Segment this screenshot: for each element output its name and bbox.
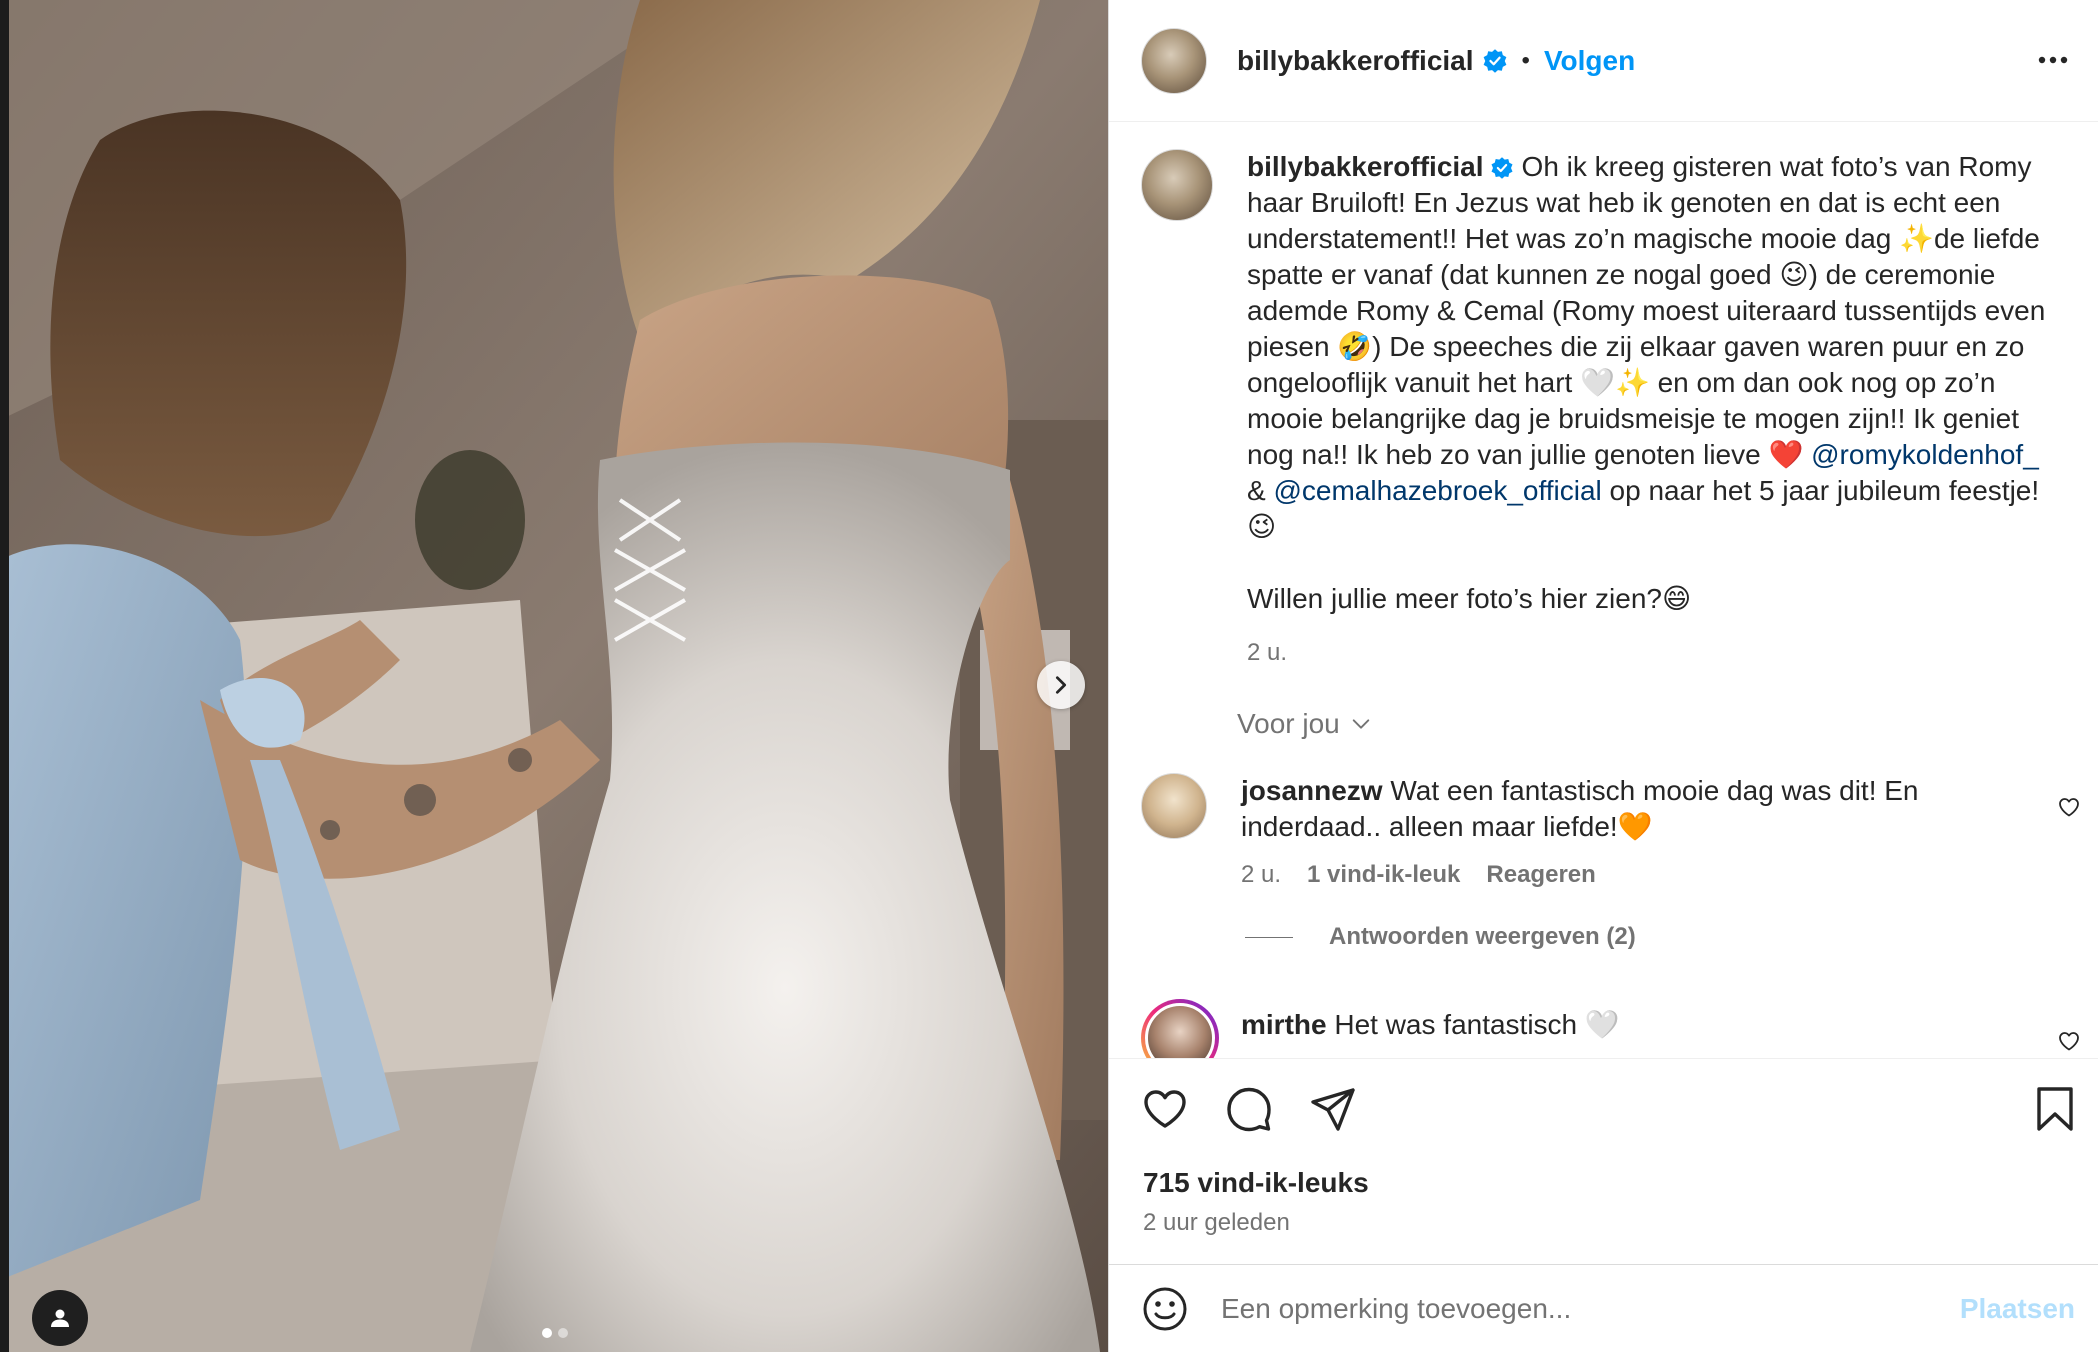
comment-body: mirthe Het was fantastisch 🤍 xyxy=(1241,999,2031,1058)
carousel-dot-active xyxy=(542,1328,552,1338)
comment-input[interactable] xyxy=(1221,1292,1921,1325)
comment-bubble-icon xyxy=(1227,1087,1271,1132)
mention-link-cemal[interactable]: @cemalhazebroek_official xyxy=(1273,475,1601,506)
comments-section[interactable]: billybakkerofficial Oh ik kreeg gisteren … xyxy=(1109,123,2098,1058)
comment-button[interactable] xyxy=(1225,1085,1273,1133)
author-avatar[interactable] xyxy=(1141,27,1207,94)
mention-link-romy[interactable]: @romykoldenhof_ xyxy=(1811,439,2039,470)
comment-likes-count[interactable]: 1 vind-ik-leuk xyxy=(1307,857,1460,893)
caption-text-block: billybakkerofficial Oh ik kreeg gisteren … xyxy=(1247,149,2047,671)
caption-author-avatar[interactable] xyxy=(1141,149,1213,221)
verified-badge-icon xyxy=(1491,157,1513,179)
replies-divider xyxy=(1245,936,1293,938)
media-edge xyxy=(0,0,9,1352)
chevron-right-icon xyxy=(1055,676,1067,694)
comment-body: josannezw Wat een fantastisch mooie dag … xyxy=(1241,773,2031,893)
post-header: billybakkerofficial • Volgen xyxy=(1109,0,2098,122)
emoji-icon xyxy=(1143,1287,1187,1330)
likes-count[interactable]: 715 vind-ik-leuks xyxy=(1143,1167,1369,1199)
commenter-avatar[interactable] xyxy=(1141,773,1207,839)
view-replies-button[interactable]: Antwoorden weergeven (2) xyxy=(1245,923,1636,951)
like-comment-icon[interactable] xyxy=(2057,795,2081,819)
tagged-users-button[interactable] xyxy=(32,1290,88,1346)
view-replies-label: Antwoorden weergeven (2) xyxy=(1329,923,1636,950)
header-separator: • xyxy=(1521,46,1530,74)
post-actions-bar: 715 vind-ik-leuks 2 uur geleden xyxy=(1109,1058,2098,1263)
like-button[interactable] xyxy=(1141,1085,1189,1133)
user-icon xyxy=(51,1309,69,1327)
post-comment-button[interactable]: Plaatsen xyxy=(1960,1293,2075,1325)
carousel-dot xyxy=(558,1328,568,1338)
post-caption: billybakkerofficial Oh ik kreeg gisteren … xyxy=(1141,149,2047,671)
emoji-button[interactable] xyxy=(1141,1285,1189,1333)
post-photo xyxy=(0,0,1108,1352)
author-username[interactable]: billybakkerofficial xyxy=(1237,45,1474,77)
carousel-next-button[interactable] xyxy=(1037,661,1085,709)
commenter-avatar xyxy=(1145,1003,1215,1058)
paper-plane-icon xyxy=(1311,1088,1355,1131)
comment-filter-label: Voor jou xyxy=(1237,708,1340,739)
post-media xyxy=(0,0,1108,1352)
comment-item: mirthe Het was fantastisch 🤍 xyxy=(1141,999,2081,1058)
comment-item: josannezw Wat een fantastisch mooie dag … xyxy=(1141,773,2081,893)
comment-text: Het was fantastisch 🤍 xyxy=(1334,1009,1620,1040)
commenter-avatar-story-ring[interactable] xyxy=(1141,999,1219,1058)
like-comment-icon[interactable] xyxy=(2057,1029,2081,1053)
bookmark-icon xyxy=(2037,1087,2073,1131)
action-icons xyxy=(1141,1085,1357,1133)
caption-body: Oh ik kreeg gisteren wat foto’s van Romy… xyxy=(1247,151,2054,470)
save-button[interactable] xyxy=(2033,1085,2077,1138)
post-timestamp[interactable]: 2 uur geleden xyxy=(1143,1209,1290,1237)
heart-icon xyxy=(1144,1090,1186,1128)
share-button[interactable] xyxy=(1309,1085,1357,1133)
comment-filter-dropdown[interactable]: Voor jou xyxy=(1237,708,1372,740)
follow-button[interactable]: Volgen xyxy=(1544,45,1635,77)
add-comment-form: Plaatsen xyxy=(1109,1264,2098,1352)
post-side-panel: billybakkerofficial • Volgen billybakker… xyxy=(1108,0,2098,1352)
verified-badge-icon xyxy=(1483,48,1506,73)
chevron-down-icon xyxy=(1352,719,1369,729)
caption-username[interactable]: billybakkerofficial xyxy=(1247,151,1484,182)
reply-button[interactable]: Reageren xyxy=(1486,857,1595,893)
comment-timestamp[interactable]: 2 u. xyxy=(1241,857,1281,893)
instagram-post: billybakkerofficial • Volgen billybakker… xyxy=(0,0,2098,1352)
comment-username[interactable]: mirthe xyxy=(1241,1009,1327,1040)
caption-timestamp[interactable]: 2 u. xyxy=(1247,635,2047,671)
comment-username[interactable]: josannezw xyxy=(1241,775,1383,806)
comment-meta: 2 u. 1 vind-ik-leuk Reageren xyxy=(1241,857,2031,893)
carousel-indicator xyxy=(542,1328,568,1338)
more-options-icon[interactable] xyxy=(2037,44,2069,76)
caption-question: Willen jullie meer foto’s hier zien?😄 xyxy=(1247,583,1692,614)
